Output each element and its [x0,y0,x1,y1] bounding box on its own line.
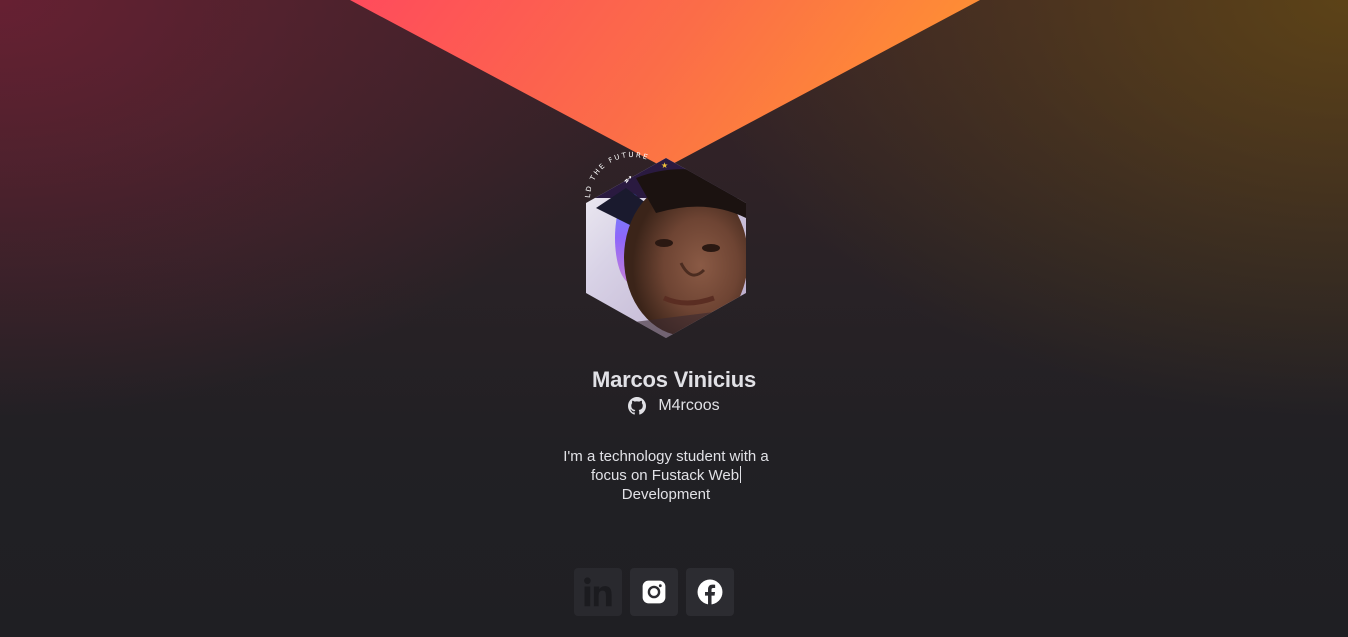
bio-line-1: I'm a technology student with a [563,448,769,465]
github-icon [628,397,647,415]
bio-text: I'm a technology student with a focus on… [548,447,784,504]
svg-text:LD THE FUTURE: LD THE FUTURE [584,151,650,198]
rocketseat-badge: LD THE FUTURE ★ ➶ [584,151,668,198]
bio-line-3: Development [621,486,711,503]
linkedin-button[interactable] [574,568,622,616]
avatar-container: LD THE FUTURE ★ ➶ [578,138,754,342]
instagram-icon [642,580,666,604]
facebook-icon [697,579,723,605]
svg-text:➶: ➶ [623,172,633,186]
social-links [574,568,734,616]
linkedin-icon [584,577,612,607]
instagram-button[interactable] [630,568,678,616]
profile-name: Marcos Vinicius [591,367,757,392]
bio-line-2: focus on Fustack Web [548,466,784,485]
text-caret [740,466,742,483]
username-text: M4rcoos [658,397,720,414]
facebook-button[interactable] [686,568,734,616]
bio-line-2-text: focus on Fustack Web [590,467,740,484]
badge-text: LD THE FUTURE [584,151,648,198]
svg-text:★: ★ [661,161,668,170]
github-username-link[interactable]: M4rcoos [574,395,774,417]
